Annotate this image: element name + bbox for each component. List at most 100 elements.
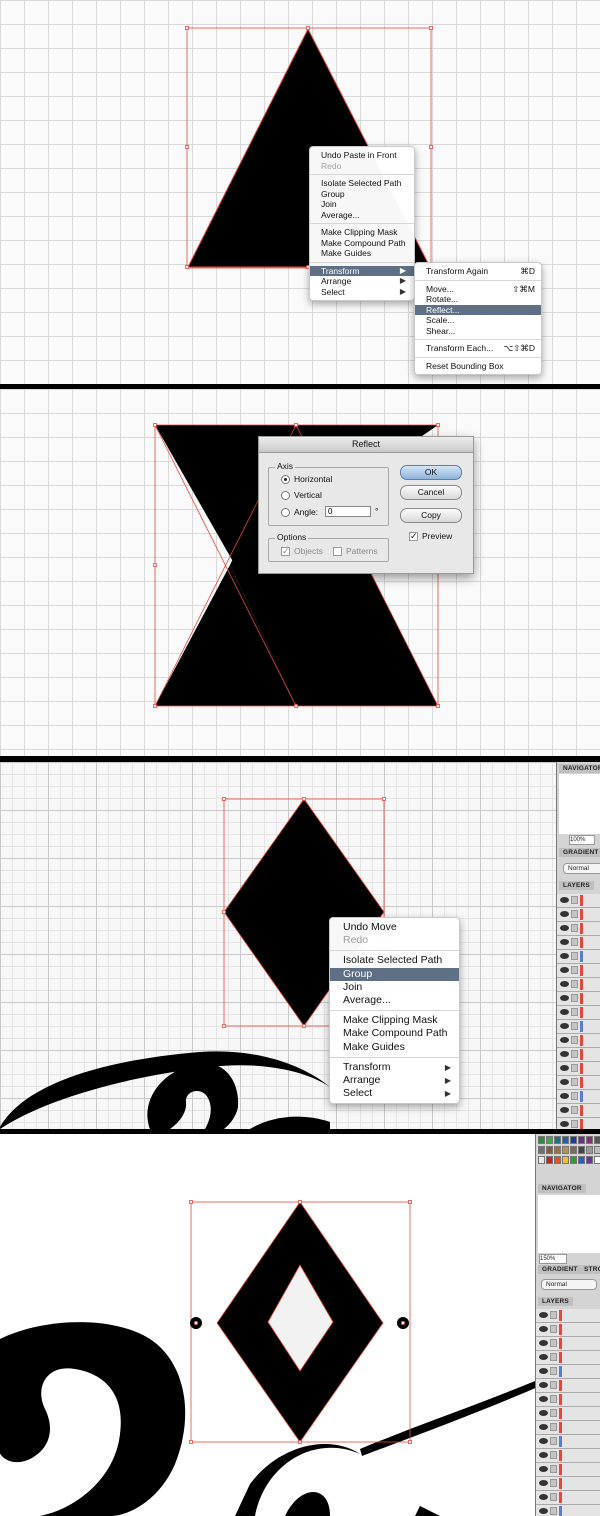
layer-row[interactable] [557,1020,600,1034]
menu-item[interactable]: Make Guides [310,248,414,259]
lock-toggle[interactable] [550,1395,557,1403]
layer-row[interactable] [557,1090,600,1104]
eye-icon[interactable] [539,1354,548,1360]
menu-item[interactable]: Undo Paste in Front [310,150,414,161]
eye-icon[interactable] [539,1368,548,1374]
layer-row[interactable] [557,1118,600,1129]
menu-item[interactable]: Isolate Selected Path [310,178,414,189]
eye-icon[interactable] [539,1438,548,1444]
menu-item[interactable]: Isolate Selected Path [330,954,459,967]
layer-row[interactable] [557,1062,600,1076]
menu-item[interactable]: Arrange ▶ [310,276,414,287]
layer-row[interactable] [536,1379,600,1393]
menu-item[interactable]: Make Compound Path [330,1027,459,1040]
layer-row[interactable] [557,1104,600,1118]
color-swatch[interactable] [570,1136,577,1144]
eye-icon[interactable] [560,897,569,903]
lock-toggle[interactable] [550,1479,557,1487]
layer-row[interactable] [536,1435,600,1449]
stroke-tab[interactable]: STROK [580,1265,600,1274]
context-menu[interactable]: Undo Paste in Front Redo Isolate Selected … [309,146,415,301]
lock-toggle[interactable] [550,1409,557,1417]
layer-row[interactable] [557,1006,600,1020]
color-swatch[interactable] [562,1156,569,1164]
layer-row[interactable] [536,1323,600,1337]
lock-toggle[interactable] [550,1339,557,1347]
color-swatch[interactable] [546,1146,553,1154]
layer-row[interactable] [536,1309,600,1323]
eye-icon[interactable] [560,925,569,931]
swatch-grid[interactable] [538,1134,600,1176]
eye-icon[interactable] [560,1121,569,1127]
menu-item[interactable]: Arrange ▶ [330,1074,459,1087]
navigator-tab[interactable]: NAVIGATOR [559,764,600,773]
preview-checkbox[interactable]: ✓ Preview [409,531,452,541]
patterns-checkbox[interactable]: Patterns [333,546,378,556]
gradient-tab[interactable]: GRADIENT [538,1265,582,1274]
layers-tab[interactable]: LAYERS [538,1297,573,1306]
lock-toggle[interactable] [571,994,578,1002]
lock-toggle[interactable] [571,1064,578,1072]
color-swatch[interactable] [578,1146,585,1154]
transform-submenu[interactable]: Transform Again ⌘D Move... ⇧⌘M Rotate... Refl… [414,262,542,375]
lock-toggle[interactable] [571,1050,578,1058]
lock-toggle[interactable] [550,1367,557,1375]
layer-row[interactable] [557,950,600,964]
color-swatch[interactable] [554,1136,561,1144]
menu-item[interactable]: Undo Move [330,921,459,934]
eye-icon[interactable] [539,1466,548,1472]
layer-row[interactable] [557,978,600,992]
layer-row[interactable] [536,1505,600,1516]
menu-item[interactable]: Make Clipping Mask [330,1014,459,1027]
eye-icon[interactable] [539,1410,548,1416]
layer-row[interactable] [536,1491,600,1505]
lock-toggle[interactable] [550,1381,557,1389]
color-swatch[interactable] [538,1156,545,1164]
color-swatch[interactable] [594,1136,600,1144]
copy-button[interactable]: Copy [400,508,462,523]
layers-tab[interactable]: LAYERS [559,881,594,890]
lock-toggle[interactable] [571,1022,578,1030]
eye-icon[interactable] [560,1051,569,1057]
color-swatch[interactable] [538,1146,545,1154]
lock-toggle[interactable] [571,896,578,904]
lock-toggle[interactable] [571,1008,578,1016]
color-swatch[interactable] [554,1156,561,1164]
angle-input[interactable] [325,506,371,517]
layer-row[interactable] [557,894,600,908]
eye-icon[interactable] [560,995,569,1001]
menu-item[interactable]: Transform Each... ⌥⇧⌘D [415,343,541,354]
layer-row[interactable] [557,936,600,950]
color-swatch[interactable] [570,1146,577,1154]
menu-item[interactable]: Make Compound Path [310,238,414,249]
color-swatch[interactable] [578,1136,585,1144]
cancel-button[interactable]: Cancel [400,485,462,500]
menu-item[interactable]: Transform Again ⌘D [415,266,541,277]
layer-row[interactable] [536,1449,600,1463]
menu-item[interactable]: Join [330,981,459,994]
blend-mode-select[interactable]: Normal [541,1279,597,1290]
lock-toggle[interactable] [571,1106,578,1114]
lock-toggle[interactable] [550,1325,557,1333]
eye-icon[interactable] [560,1065,569,1071]
menu-item[interactable]: Transform ▶ [310,265,414,276]
eye-icon[interactable] [539,1508,548,1514]
lock-toggle[interactable] [571,980,578,988]
angle-radio[interactable]: Angle: [281,507,318,517]
zoom-field[interactable]: 150% [539,1254,567,1264]
layer-row[interactable] [536,1337,600,1351]
layer-row[interactable] [536,1463,600,1477]
eye-icon[interactable] [539,1396,548,1402]
lock-toggle[interactable] [550,1507,557,1515]
eye-icon[interactable] [560,967,569,973]
menu-item[interactable]: Move... ⇧⌘M [415,284,541,295]
menu-item[interactable]: Group [330,967,459,981]
lock-toggle[interactable] [550,1423,557,1431]
color-swatch[interactable] [538,1136,545,1144]
layer-row[interactable] [557,908,600,922]
lock-toggle[interactable] [550,1353,557,1361]
eye-icon[interactable] [539,1326,548,1332]
color-swatch[interactable] [554,1146,561,1154]
eye-icon[interactable] [539,1424,548,1430]
menu-item[interactable]: Make Guides [330,1041,459,1054]
